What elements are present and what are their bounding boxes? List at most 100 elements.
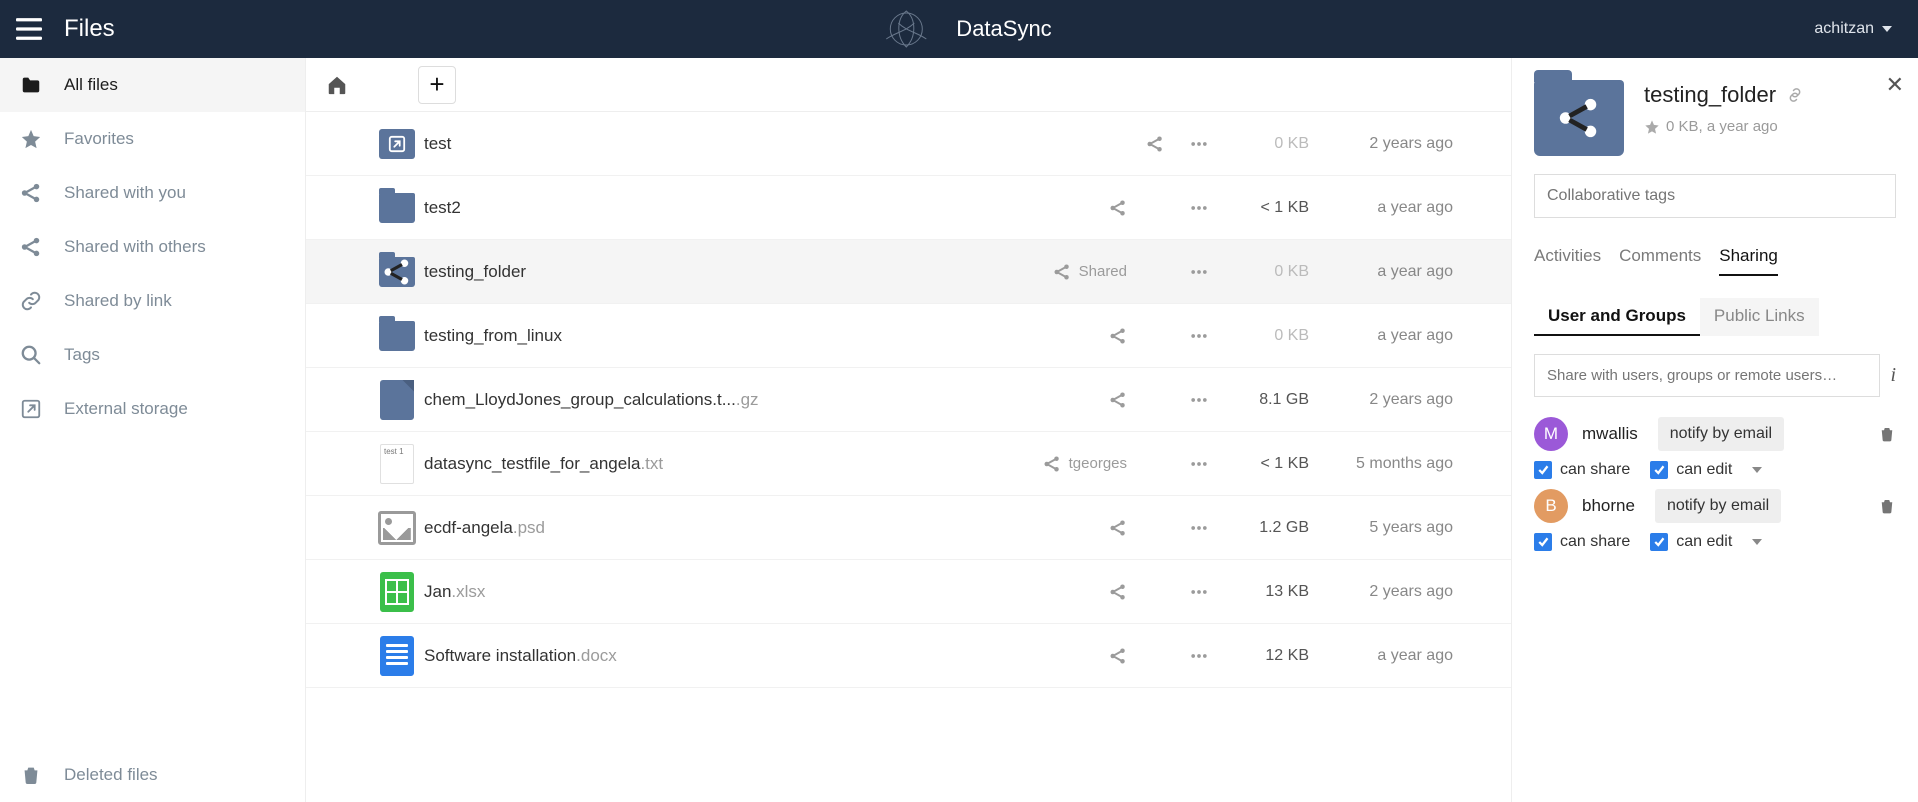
can-edit-checkbox[interactable]: can edit	[1650, 461, 1732, 479]
details-title: testing_folder	[1644, 82, 1776, 108]
tab-sharing[interactable]: Sharing	[1719, 246, 1778, 276]
tab-activities[interactable]: Activities	[1534, 246, 1601, 276]
sidebar-item-favorites[interactable]: Favorites	[0, 112, 305, 166]
file-name: datasync_testfile_for_angela.txt	[424, 454, 993, 474]
details-panel: ✕ testing_folder 0 KB, a year ago Activi…	[1511, 58, 1918, 802]
can-share-checkbox[interactable]: can share	[1534, 533, 1630, 551]
sidebar-item-label: All files	[64, 75, 118, 95]
file-icon	[380, 380, 414, 420]
file-date: a year ago	[1331, 199, 1511, 217]
file-row[interactable]: Software installation.docx 12 KB a year …	[306, 624, 1511, 688]
sidebar-item-shared-with-others[interactable]: Shared with others	[0, 220, 305, 274]
link-icon[interactable]	[1786, 86, 1804, 104]
subtab-user-and-groups[interactable]: User and Groups	[1534, 298, 1700, 336]
sidebar-item-label: Shared by link	[64, 291, 172, 311]
file-row[interactable]: Jan.xlsx 13 KB 2 years ago	[306, 560, 1511, 624]
more-actions-button[interactable]	[1177, 646, 1221, 666]
sidebar-item-external-storage[interactable]: External storage	[0, 382, 305, 436]
menu-icon	[16, 16, 42, 42]
can-edit-checkbox[interactable]: can edit	[1650, 533, 1732, 551]
share-icon	[1109, 647, 1127, 665]
share-button[interactable]	[993, 199, 1133, 217]
hamburger-menu-button[interactable]	[0, 16, 58, 42]
trash-icon	[20, 764, 42, 786]
dots-icon	[1189, 582, 1209, 602]
sidebar-item-shared-with-you[interactable]: Shared with you	[0, 166, 305, 220]
file-name: ecdf-angela.psd	[424, 518, 993, 538]
collaborator-name: bhorne	[1582, 496, 1635, 516]
sidebar-item-shared-by-link[interactable]: Shared by link	[0, 274, 305, 328]
can-share-checkbox[interactable]: can share	[1534, 461, 1630, 479]
file-size: 12 KB	[1221, 647, 1331, 665]
share-action-button[interactable]	[1133, 135, 1177, 153]
more-actions-button[interactable]	[1177, 582, 1221, 602]
file-row[interactable]: ecdf-angela.psd 1.2 GB 5 years ago	[306, 496, 1511, 560]
details-folder-icon	[1534, 80, 1624, 156]
subtab-public-links[interactable]: Public Links	[1700, 298, 1819, 336]
breadcrumb-home[interactable]	[326, 74, 348, 96]
external-icon	[20, 398, 42, 420]
share-with-input[interactable]	[1534, 354, 1880, 397]
remove-collaborator-button[interactable]	[1878, 425, 1896, 443]
sidebar-item-deleted-files[interactable]: Deleted files	[0, 748, 305, 802]
username-label: achitzan	[1814, 20, 1874, 38]
file-row[interactable]: test 0 KB 2 years ago	[306, 112, 1511, 176]
more-actions-button[interactable]	[1177, 134, 1221, 154]
sidebar-item-label: External storage	[64, 399, 188, 419]
more-actions-button[interactable]	[1177, 198, 1221, 218]
sidebar-item-label: Shared with others	[64, 237, 206, 257]
share-button[interactable]	[993, 327, 1133, 345]
collaborative-tags-input[interactable]	[1534, 174, 1896, 218]
dots-icon	[1189, 646, 1209, 666]
dots-icon	[1189, 262, 1209, 282]
remove-collaborator-button[interactable]	[1878, 497, 1896, 515]
share-button[interactable]	[993, 583, 1133, 601]
file-row[interactable]: test 1 datasync_testfile_for_angela.txt …	[306, 432, 1511, 496]
file-date: 2 years ago	[1331, 583, 1511, 601]
share-icon	[1109, 327, 1127, 345]
notify-by-email-button[interactable]: notify by email	[1658, 417, 1784, 451]
file-date: 2 years ago	[1331, 391, 1511, 409]
share-button[interactable]	[993, 647, 1133, 665]
home-icon	[326, 74, 348, 96]
tab-comments[interactable]: Comments	[1619, 246, 1701, 276]
file-size: 8.1 GB	[1221, 391, 1331, 409]
share-button[interactable]	[993, 519, 1133, 537]
share-button[interactable]: tgeorges	[993, 455, 1133, 473]
permissions-dropdown[interactable]	[1752, 539, 1762, 545]
top-bar: Files DataSync achitzan	[0, 0, 1918, 58]
file-size: 0 KB	[1221, 263, 1331, 281]
more-actions-button[interactable]	[1177, 326, 1221, 346]
notify-by-email-button[interactable]: notify by email	[1655, 489, 1781, 523]
spreadsheet-file-icon	[380, 572, 414, 612]
close-details-button[interactable]: ✕	[1886, 72, 1904, 98]
sidebar-item-all-files[interactable]: All files	[0, 58, 305, 112]
trash-icon	[1878, 497, 1896, 515]
star-icon[interactable]	[1644, 119, 1660, 135]
share-icon	[1043, 455, 1061, 473]
more-actions-button[interactable]	[1177, 518, 1221, 538]
more-actions-button[interactable]	[1177, 390, 1221, 410]
file-row[interactable]: chem_LloydJones_group_calculations.t....…	[306, 368, 1511, 432]
dots-icon	[1189, 326, 1209, 346]
file-row[interactable]: testing_from_linux 0 KB a year ago	[306, 304, 1511, 368]
more-actions-button[interactable]	[1177, 454, 1221, 474]
new-button[interactable]: +	[418, 66, 456, 104]
file-size: < 1 KB	[1221, 199, 1331, 217]
info-icon[interactable]: i	[1890, 364, 1896, 387]
more-actions-button[interactable]	[1177, 262, 1221, 282]
sidebar-item-label: Tags	[64, 345, 100, 365]
share-icon	[1109, 519, 1127, 537]
sidebar-item-tags[interactable]: Tags	[0, 328, 305, 382]
user-menu[interactable]: achitzan	[1814, 20, 1892, 38]
brand-logo-icon	[866, 9, 946, 49]
share-button[interactable]: Shared	[993, 263, 1133, 281]
file-row[interactable]: test2 < 1 KB a year ago	[306, 176, 1511, 240]
share-icon	[1109, 199, 1127, 217]
file-size: 0 KB	[1221, 135, 1331, 153]
collaborator-row: B bhorne notify by email can share can e…	[1534, 489, 1896, 551]
permissions-dropdown[interactable]	[1752, 467, 1762, 473]
share-button[interactable]	[993, 391, 1133, 409]
file-row[interactable]: testing_folder Shared 0 KB a year ago	[306, 240, 1511, 304]
file-date: 5 months ago	[1331, 455, 1511, 473]
